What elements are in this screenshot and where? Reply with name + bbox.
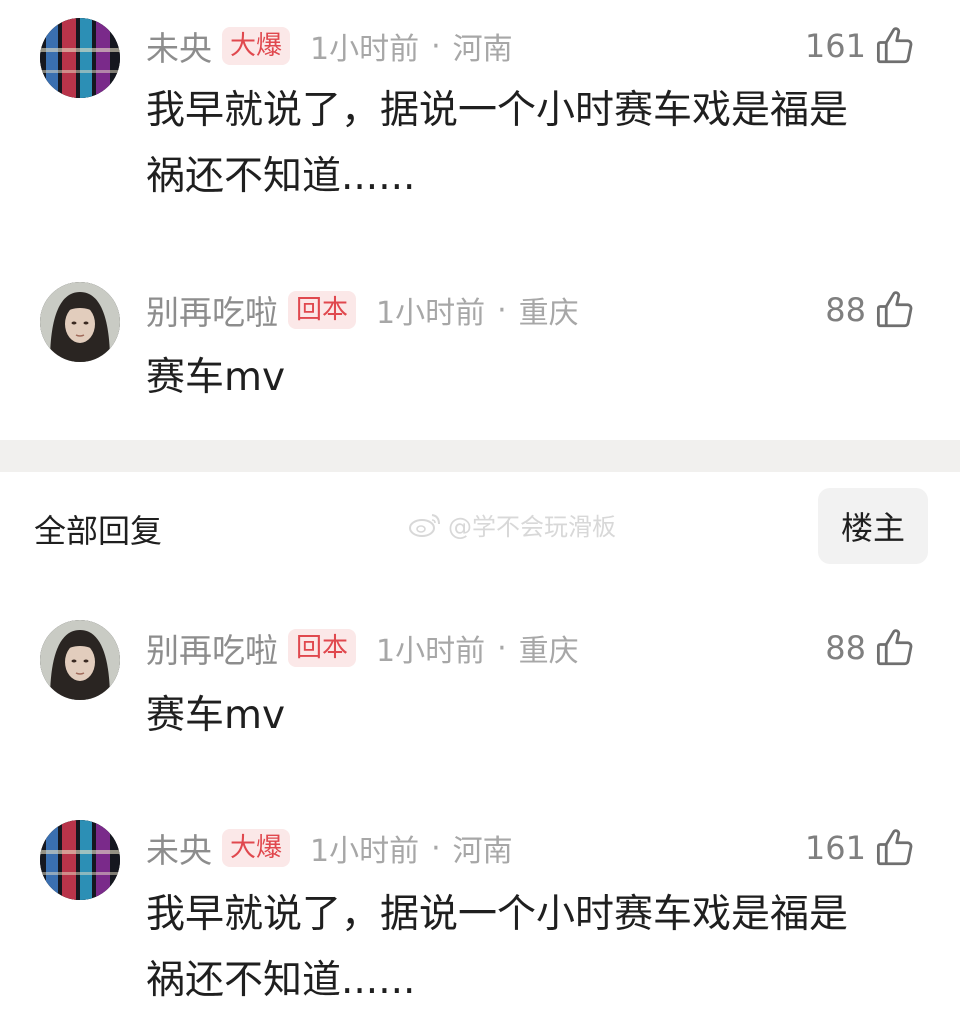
like-count: 88 bbox=[825, 291, 866, 329]
location: 河南 bbox=[452, 32, 513, 67]
comment-text-line: 赛车mv bbox=[146, 355, 286, 400]
timestamp: 1小时前 bbox=[376, 634, 486, 669]
comment-meta: 未央 大爆 1小时前 · 河南 bbox=[146, 822, 513, 874]
like-button[interactable]: 161 bbox=[805, 20, 916, 72]
comment-text-line: 祸还不知道...... bbox=[146, 958, 416, 1003]
comment-text: 我早就说了，据说一个小时赛车戏是福是 祸还不知道...... bbox=[146, 78, 936, 210]
thumbs-up-icon bbox=[876, 629, 913, 666]
status-badge: 大爆 bbox=[222, 829, 291, 867]
like-count: 161 bbox=[804, 829, 866, 867]
section-title: 全部回复 bbox=[34, 512, 163, 550]
like-count: 88 bbox=[825, 629, 866, 667]
avatar[interactable] bbox=[40, 18, 120, 98]
avatar-poster-image bbox=[40, 18, 120, 98]
comment-text-line: 祸还不知道...... bbox=[146, 154, 416, 199]
avatar[interactable] bbox=[40, 620, 120, 700]
like-count: 161 bbox=[804, 27, 866, 65]
watermark-text: @学不会玩滑板 bbox=[448, 513, 616, 541]
comment-meta: 别再吃啦 回本 1小时前 · 重庆 bbox=[146, 622, 579, 674]
username[interactable]: 别再吃啦 bbox=[146, 286, 278, 334]
thumbs-up-icon bbox=[876, 27, 913, 64]
timestamp: 1小时前 bbox=[310, 32, 420, 67]
avatar-portrait-image bbox=[40, 282, 120, 362]
separator-dot: · bbox=[497, 292, 507, 328]
username[interactable]: 未央 bbox=[146, 22, 212, 70]
separator-dot: · bbox=[497, 630, 507, 666]
thumbs-up-icon bbox=[876, 291, 913, 328]
weibo-logo-icon bbox=[409, 513, 440, 537]
comment-text-line: 我早就说了，据说一个小时赛车戏是福是 bbox=[146, 892, 849, 937]
thumbs-up-icon bbox=[876, 829, 913, 866]
avatar[interactable] bbox=[40, 820, 120, 900]
like-button[interactable]: 88 bbox=[825, 284, 916, 336]
comment-text: 赛车mv bbox=[146, 345, 936, 411]
comment-text: 我早就说了，据说一个小时赛车戏是福是 祸还不知道...... bbox=[146, 882, 936, 1014]
timestamp: 1小时前 bbox=[376, 296, 486, 331]
avatar-poster-image bbox=[40, 820, 120, 900]
comment-text: 赛车mv bbox=[146, 683, 936, 749]
replies-header: 全部回复 @学不会玩滑板 楼主 bbox=[0, 488, 960, 564]
section-divider bbox=[0, 440, 960, 472]
status-badge: 回本 bbox=[288, 629, 357, 667]
watermark: @学不会玩滑板 bbox=[408, 507, 616, 542]
comment-text-line: 赛车mv bbox=[146, 693, 286, 738]
separator-dot: · bbox=[431, 830, 441, 866]
status-badge: 大爆 bbox=[222, 27, 291, 65]
like-button[interactable]: 161 bbox=[805, 822, 916, 874]
comment-meta: 未央 大爆 1小时前 · 河南 bbox=[146, 20, 513, 72]
location: 河南 bbox=[452, 834, 513, 869]
location: 重庆 bbox=[518, 296, 579, 331]
location: 重庆 bbox=[518, 634, 579, 669]
status-badge: 回本 bbox=[288, 291, 357, 329]
username[interactable]: 未央 bbox=[146, 824, 212, 872]
comment-thread-page: 未央 大爆 1小时前 · 河南 161 我早就说了，据说一个小时赛车戏是福是 祸… bbox=[0, 0, 960, 1033]
comment-text-line: 我早就说了，据说一个小时赛车戏是福是 bbox=[146, 88, 849, 133]
avatar-portrait-image bbox=[40, 620, 120, 700]
timestamp: 1小时前 bbox=[310, 834, 420, 869]
comment-meta: 别再吃啦 回本 1小时前 · 重庆 bbox=[146, 284, 579, 336]
avatar[interactable] bbox=[40, 282, 120, 362]
username[interactable]: 别再吃啦 bbox=[146, 624, 278, 672]
separator-dot: · bbox=[431, 28, 441, 64]
like-button[interactable]: 88 bbox=[825, 622, 916, 674]
op-filter-button[interactable]: 楼主 bbox=[818, 488, 928, 564]
